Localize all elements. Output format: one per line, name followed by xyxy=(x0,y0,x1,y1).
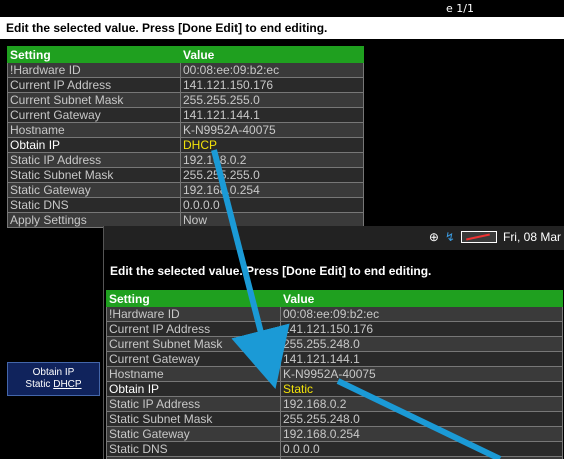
table-row[interactable]: Current Subnet Mask 255.255.248.0 xyxy=(106,336,563,352)
page-indicator: e 1/1 xyxy=(446,2,474,15)
table-row[interactable]: Current Gateway 141.121.144.1 xyxy=(7,107,364,123)
setting-value[interactable]: 192.168.0.2 xyxy=(280,396,563,412)
gps-icon: ⊕ xyxy=(428,230,439,244)
instruction-bar: Edit the selected value. Press [Done Edi… xyxy=(104,258,564,284)
column-header: Value xyxy=(180,46,364,63)
setting-name: Current Subnet Mask xyxy=(7,92,181,108)
setting-value[interactable]: 192.168.0.254 xyxy=(180,182,364,198)
setting-value[interactable]: 0.0.0.0 xyxy=(280,441,563,457)
table-row[interactable]: Static Subnet Mask 255.255.255.0 xyxy=(7,167,364,183)
setting-value[interactable]: K-N9952A-40075 xyxy=(180,122,364,138)
setting-name: !Hardware ID xyxy=(7,62,181,78)
setting-name: Current IP Address xyxy=(7,77,181,93)
setting-value[interactable]: DHCP xyxy=(180,137,364,153)
column-header: Setting xyxy=(106,290,281,307)
setting-name: Obtain IP xyxy=(106,381,281,397)
table-row[interactable]: Current IP Address 141.121.150.176 xyxy=(7,77,364,93)
battery-icon xyxy=(460,231,497,243)
table-row[interactable]: Current IP Address 141.121.150.176 xyxy=(106,321,563,337)
setting-value[interactable]: 255.255.248.0 xyxy=(280,411,563,427)
settings-table: Setting Value !Hardware ID 00:08:ee:09:b2:e… xyxy=(106,290,563,459)
setting-name: Static Gateway xyxy=(106,426,281,442)
table-row[interactable]: Hostname K-N9952A-40075 xyxy=(106,366,563,382)
column-header: Value xyxy=(280,290,563,307)
setting-value[interactable]: 255.255.248.0 xyxy=(280,336,563,352)
status-icons: ⊕ ↯ Fri, 08 Mar xyxy=(429,230,561,244)
status-bar: ⊕ ↯ Fri, 08 Mar xyxy=(104,226,564,250)
setting-name: Static IP Address xyxy=(106,396,281,412)
network-icon: ↯ xyxy=(444,230,455,244)
table-row[interactable]: Obtain IP DHCP xyxy=(7,137,364,153)
column-header: Setting xyxy=(7,46,181,63)
table-row[interactable]: Static Gateway 192.168.0.254 xyxy=(106,426,563,442)
setting-value[interactable]: 00:08:ee:09:b2:ec xyxy=(280,306,563,322)
table-row[interactable]: Static IP Address 192.168.0.2 xyxy=(7,152,364,168)
top-strip: e 1/1 xyxy=(0,0,564,16)
table-row[interactable]: !Hardware ID 00:08:ee:09:b2:ec xyxy=(106,306,563,322)
table-row[interactable]: !Hardware ID 00:08:ee:09:b2:ec xyxy=(7,62,364,78)
setting-value[interactable]: K-N9952A-40075 xyxy=(280,366,563,382)
table-row[interactable]: Current Gateway 141.121.144.1 xyxy=(106,351,563,367)
setting-value[interactable]: 192.168.0.254 xyxy=(280,426,563,442)
table-row[interactable]: Current Subnet Mask 255.255.255.0 xyxy=(7,92,364,108)
table-row[interactable]: Hostname K-N9952A-40075 xyxy=(7,122,364,138)
setting-value[interactable]: 192.168.0.2 xyxy=(180,152,364,168)
table-header-row: Setting Value xyxy=(106,290,563,307)
setting-name: Hostname xyxy=(7,122,181,138)
table-row[interactable]: Static DNS 0.0.0.0 xyxy=(106,441,563,457)
status-datetime: Fri, 08 Mar xyxy=(502,230,561,244)
setting-name: Current Subnet Mask xyxy=(106,336,281,352)
setting-name: Static Gateway xyxy=(7,182,181,198)
table-row[interactable]: Static IP Address 192.168.0.2 xyxy=(106,396,563,412)
setting-value[interactable]: 141.121.144.1 xyxy=(180,107,364,123)
setting-value[interactable]: 141.121.144.1 xyxy=(280,351,563,367)
setting-name: Current IP Address xyxy=(106,321,281,337)
table-row[interactable]: Static DNS 0.0.0.0 xyxy=(7,197,364,213)
table-row[interactable]: Static Subnet Mask 255.255.248.0 xyxy=(106,411,563,427)
settings-table: Setting Value !Hardware ID 00:08:ee:09:b2:e… xyxy=(7,46,364,228)
setting-name: Obtain IP xyxy=(7,137,181,153)
obtain-ip-softkey[interactable]: Obtain IP Static DHCP xyxy=(7,362,100,396)
softkey-label: Obtain IP xyxy=(32,367,75,378)
setting-value[interactable]: 00:08:ee:09:b2:ec xyxy=(180,62,364,78)
instruction-bar: Edit the selected value. Press [Done Edi… xyxy=(0,17,564,39)
setting-name: Static Subnet Mask xyxy=(106,411,281,427)
softkey-options: Static DHCP xyxy=(25,379,82,390)
setting-name: Current Gateway xyxy=(7,107,181,123)
setting-value[interactable]: 255.255.255.0 xyxy=(180,167,364,183)
table-header-row: Setting Value xyxy=(7,46,364,63)
setting-value[interactable]: 141.121.150.176 xyxy=(280,321,563,337)
setting-name: Static Subnet Mask xyxy=(7,167,181,183)
table-row[interactable]: Static Gateway 192.168.0.254 xyxy=(7,182,364,198)
front-screen: ⊕ ↯ Fri, 08 Mar Edit the selected value.… xyxy=(103,226,564,459)
setting-value[interactable]: 255.255.255.0 xyxy=(180,92,364,108)
setting-name: !Hardware ID xyxy=(106,306,281,322)
setting-name: Static DNS xyxy=(106,441,281,457)
setting-name: Static DNS xyxy=(7,197,181,213)
setting-name: Hostname xyxy=(106,366,281,382)
setting-value[interactable]: 0.0.0.0 xyxy=(180,197,364,213)
setting-value[interactable]: 141.121.150.176 xyxy=(180,77,364,93)
setting-value[interactable]: Static xyxy=(280,381,563,397)
setting-name: Static IP Address xyxy=(7,152,181,168)
setting-name: Current Gateway xyxy=(106,351,281,367)
table-row[interactable]: Obtain IP Static xyxy=(106,381,563,397)
